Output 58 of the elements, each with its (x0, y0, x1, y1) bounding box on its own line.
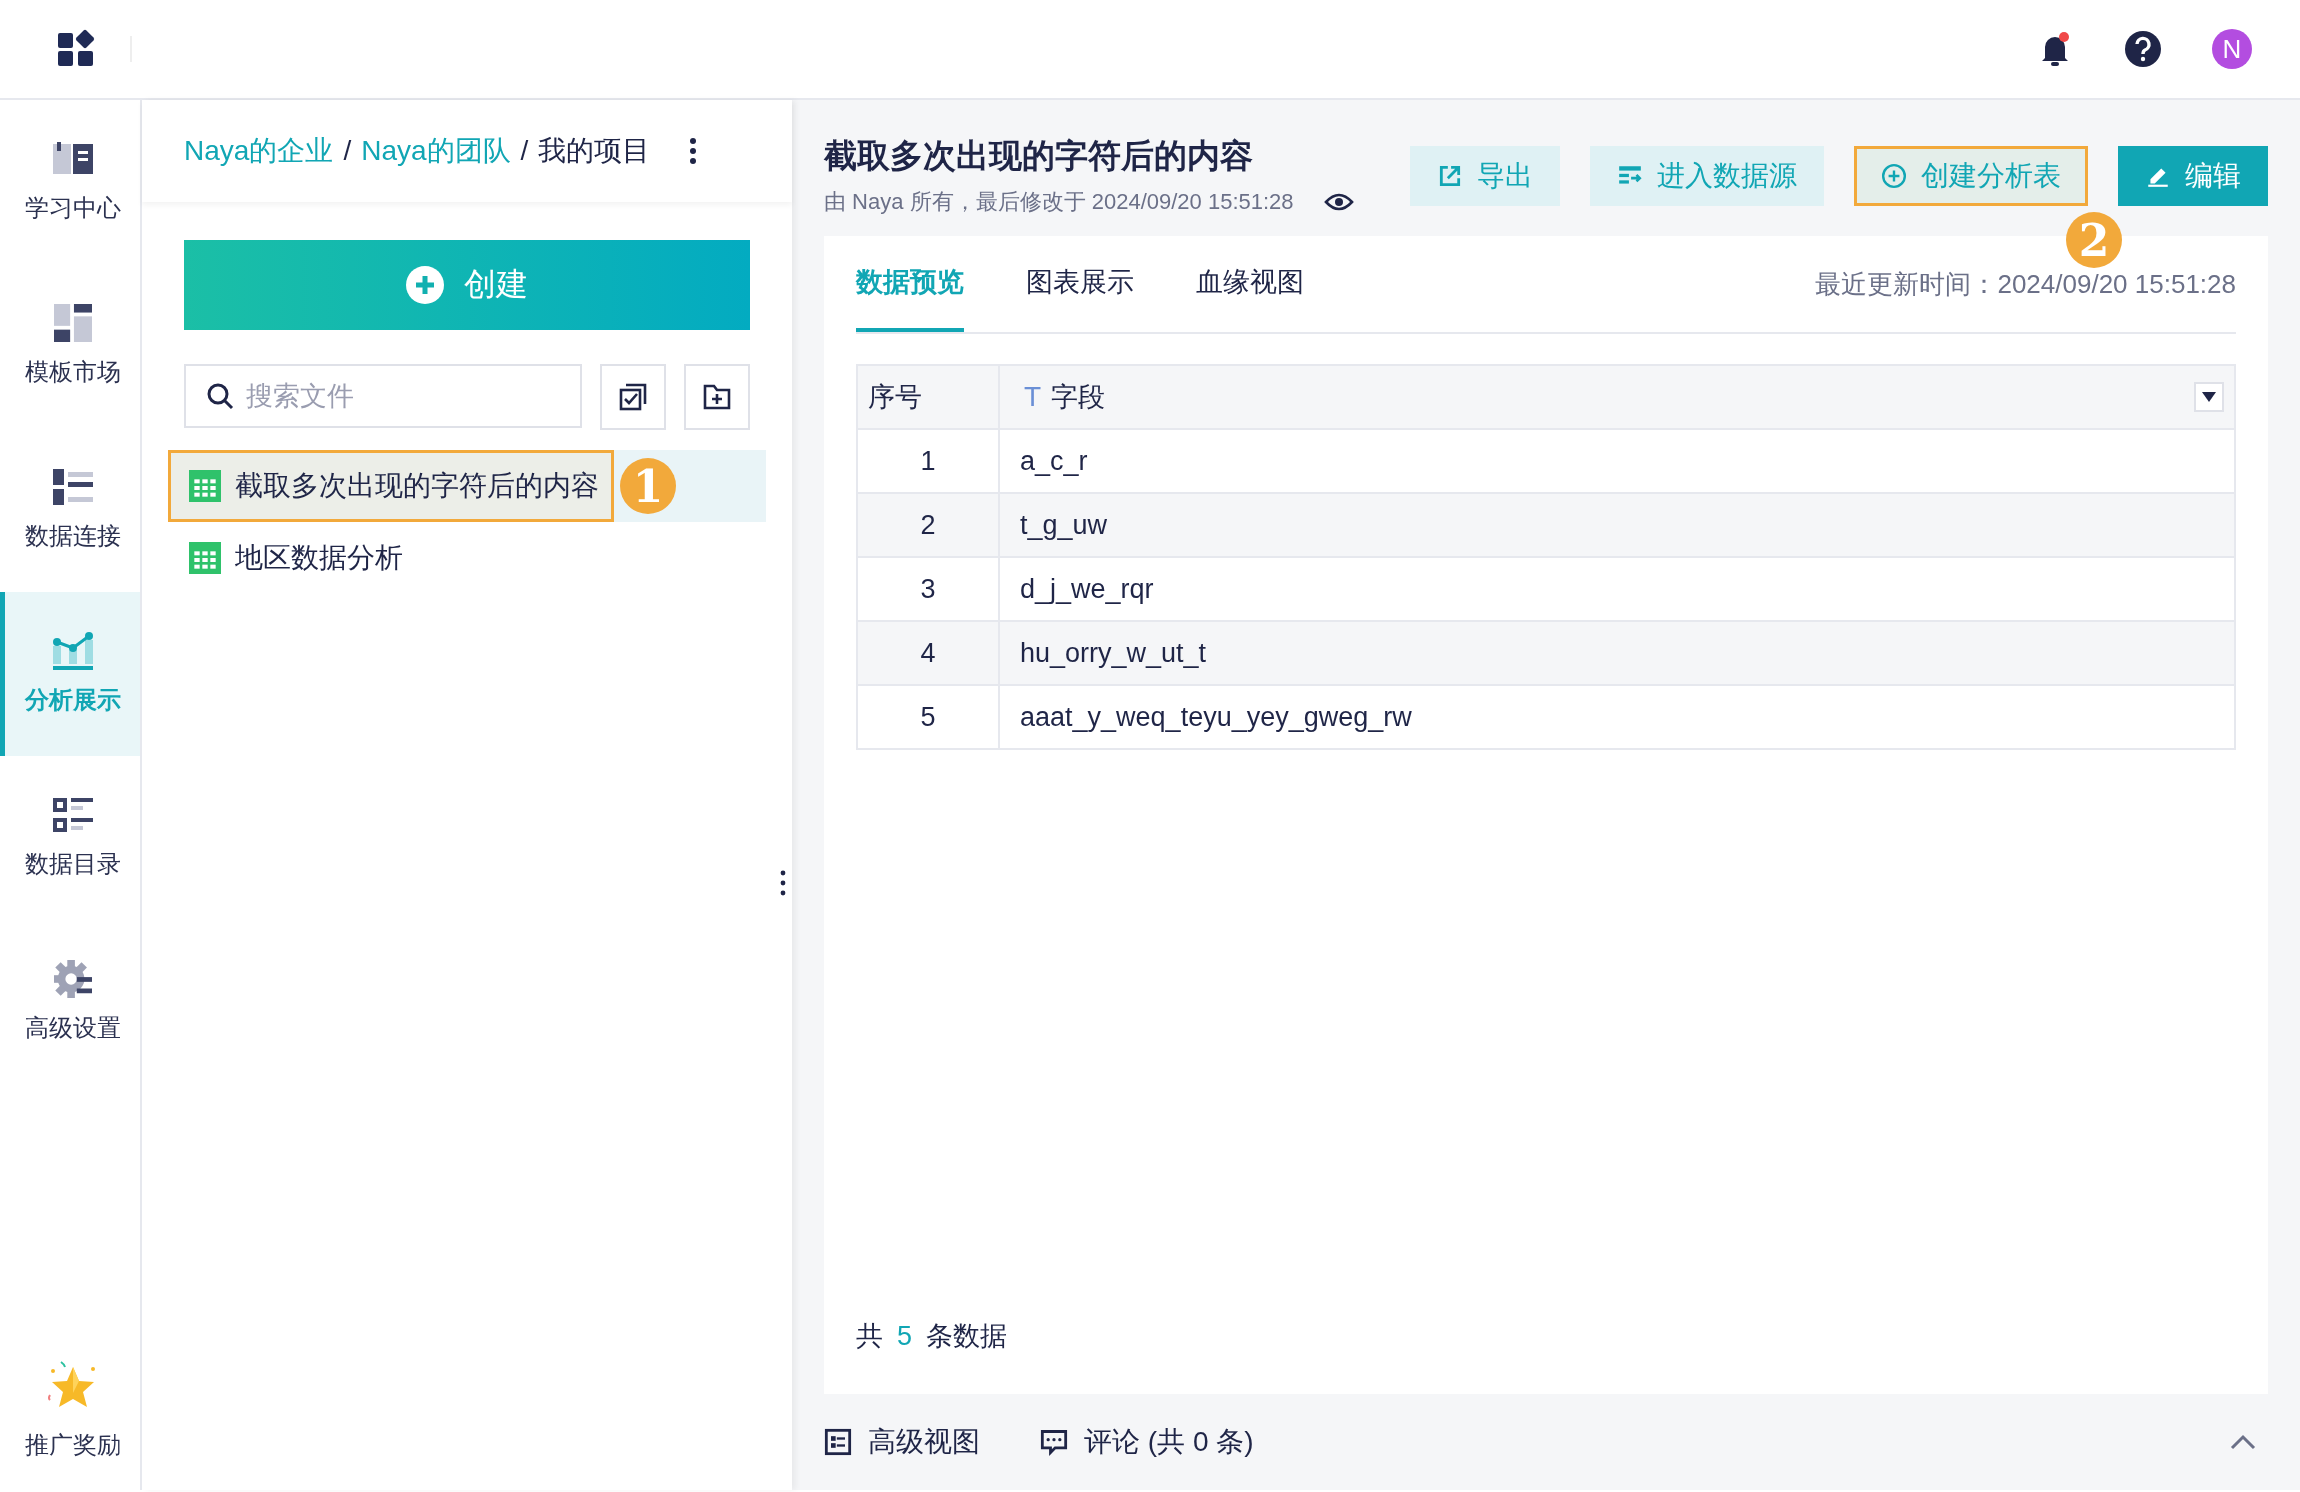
row-count-text: 共 5 条数据 (856, 1320, 1009, 1353)
new-folder-button[interactable] (684, 364, 750, 430)
user-avatar[interactable]: N (2212, 29, 2252, 69)
search-field[interactable]: 搜索文件 (184, 364, 582, 428)
app-logo[interactable] (56, 29, 96, 69)
breadcrumb-separator: / (520, 135, 529, 167)
file-name: 地区数据分析 (235, 541, 403, 575)
table-cell: aaat_y_weq_teyu_yey_gweg_rw (999, 685, 2235, 749)
checkbox-icon (619, 383, 647, 411)
chevron-up-icon[interactable] (2230, 1434, 2256, 1450)
nav-item[interactable]: 高级设置 (0, 920, 140, 1084)
folder-plus-icon (703, 383, 731, 411)
spreadsheet-icon (189, 542, 221, 574)
tab[interactable]: 血缘视图 (1196, 236, 1304, 332)
table-cell: t_g_uw (999, 493, 2235, 557)
file-name: 截取多次出现的字符后的内容 (235, 469, 599, 503)
caret-icon (2202, 392, 2216, 402)
breadcrumb-separator: / (343, 135, 352, 167)
spreadsheet-icon (189, 470, 221, 502)
breadcrumb-current: 我的项目 (538, 134, 651, 168)
step-badge: 2 (2066, 212, 2122, 268)
help-icon[interactable] (2124, 30, 2162, 68)
document-title: 截取多次出现的字符后的内容 (824, 136, 1254, 176)
file-item[interactable]: 地区数据分析 (168, 522, 766, 594)
view-button[interactable]: 高级视图 (824, 1423, 980, 1461)
table-cell: 4 (857, 621, 999, 685)
export-icon (1437, 163, 1463, 189)
table-cell: 5 (857, 685, 999, 749)
search-icon (206, 382, 234, 410)
chart-icon (52, 632, 93, 670)
dropdown-button[interactable] (2194, 382, 2224, 412)
nav-item[interactable]: 数据连接 (0, 428, 140, 592)
plus-circle-icon (406, 266, 444, 304)
file-item[interactable]: 截取多次出现的字符后的内容 1 (168, 450, 766, 522)
table-cell: hu_orry_w_ut_t (999, 621, 2235, 685)
nav-item[interactable]: 推广奖励 (0, 1330, 140, 1490)
view-icon (824, 1428, 852, 1456)
resize-handle-icon[interactable] (780, 870, 786, 896)
tab[interactable]: 图表展示 (1026, 236, 1134, 332)
layout-icon (52, 304, 93, 342)
table-cell: 2 (857, 493, 999, 557)
comment-button[interactable]: 评论 (共 0 条) (1040, 1423, 1254, 1461)
column-title: 字段 (1051, 381, 1106, 414)
comment-icon (1040, 1428, 1068, 1456)
column-header: 序号 (857, 365, 999, 429)
gear-icon (52, 960, 93, 998)
nav-item[interactable]: 模板市场 (0, 264, 140, 428)
list-icon (52, 796, 93, 834)
nav-item[interactable]: 学习中心 (0, 100, 140, 264)
last-updated-text: 最近更新时间：2024/09/20 15:51:28 (1815, 267, 2236, 301)
plus-circle-icon (1881, 163, 1907, 189)
select-button[interactable] (600, 364, 666, 430)
text-type-icon: T (1024, 381, 1042, 413)
more-icon[interactable] (690, 138, 697, 164)
nav-item[interactable]: 数据目录 (0, 756, 140, 920)
document-meta: 由 Naya 所有，最后修改于 2024/09/20 15:51:28 (824, 188, 1294, 216)
connection-icon (52, 468, 93, 506)
step-badge: 1 (620, 458, 676, 514)
